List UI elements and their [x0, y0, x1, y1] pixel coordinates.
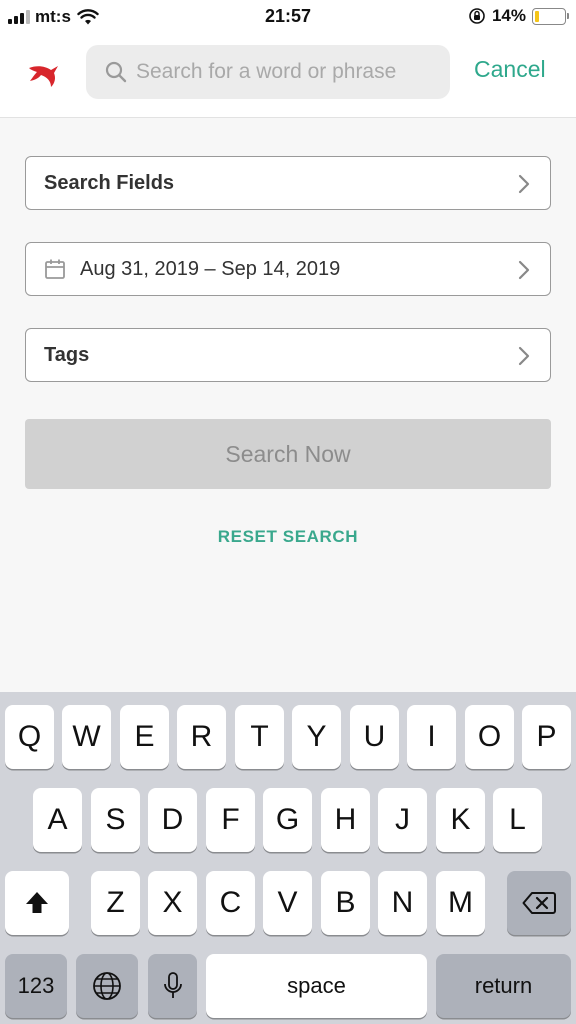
search-bar[interactable]	[86, 45, 450, 99]
search-input[interactable]	[136, 60, 436, 84]
search-now-button[interactable]: Search Now	[25, 419, 551, 489]
key-o[interactable]: O	[465, 705, 514, 769]
key-c[interactable]: C	[206, 871, 255, 935]
key-x[interactable]: X	[148, 871, 197, 935]
key-e[interactable]: E	[120, 705, 169, 769]
key-v[interactable]: V	[263, 871, 312, 935]
reset-search-link[interactable]: RESET SEARCH	[0, 527, 576, 547]
key-l[interactable]: L	[493, 788, 542, 852]
calendar-icon	[45, 259, 65, 279]
status-right: 14%	[468, 6, 569, 26]
tags-selector[interactable]: Tags	[25, 328, 551, 382]
numbers-key[interactable]: 123	[5, 954, 67, 1018]
search-fields-selector[interactable]: Search Fields	[25, 156, 551, 210]
key-u[interactable]: U	[350, 705, 399, 769]
return-key[interactable]: return	[436, 954, 571, 1018]
key-r[interactable]: R	[177, 705, 226, 769]
globe-key[interactable]	[76, 954, 138, 1018]
date-range-selector[interactable]: Aug 31, 2019 – Sep 14, 2019	[25, 242, 551, 296]
key-w[interactable]: W	[62, 705, 111, 769]
status-bar: mt:s 21:57 14%	[0, 0, 576, 34]
key-q[interactable]: Q	[5, 705, 54, 769]
microphone-icon	[163, 972, 182, 998]
key-i[interactable]: I	[407, 705, 456, 769]
tags-label: Tags	[44, 343, 90, 366]
key-z[interactable]: Z	[91, 871, 140, 935]
search-icon	[105, 61, 127, 83]
key-y[interactable]: Y	[292, 705, 341, 769]
dictation-key[interactable]	[148, 954, 197, 1018]
backspace-key[interactable]	[507, 871, 571, 935]
chevron-right-icon	[518, 174, 530, 194]
key-a[interactable]: A	[33, 788, 82, 852]
key-d[interactable]: D	[148, 788, 197, 852]
key-m[interactable]: M	[436, 871, 485, 935]
shift-key[interactable]	[5, 871, 69, 935]
key-b[interactable]: B	[321, 871, 370, 935]
key-t[interactable]: T	[235, 705, 284, 769]
key-f[interactable]: F	[206, 788, 255, 852]
chevron-right-icon	[518, 260, 530, 280]
key-g[interactable]: G	[263, 788, 312, 852]
on-screen-keyboard: Q W E R T Y U I O P A S D F G H J K L Z …	[0, 692, 576, 1024]
search-fields-label: Search Fields	[44, 171, 175, 194]
battery-icon	[532, 7, 569, 25]
bird-logo-icon	[29, 66, 58, 87]
date-range-value: Aug 31, 2019 – Sep 14, 2019	[80, 257, 341, 280]
globe-icon	[93, 972, 121, 1000]
key-p[interactable]: P	[522, 705, 571, 769]
cancel-button[interactable]: Cancel	[474, 56, 546, 83]
chevron-right-icon	[518, 346, 530, 366]
key-s[interactable]: S	[91, 788, 140, 852]
backspace-icon	[522, 892, 556, 914]
rotation-lock-icon	[469, 8, 485, 24]
battery-percentage: 14%	[491, 6, 526, 25]
key-h[interactable]: H	[321, 788, 370, 852]
shift-arrow-icon	[26, 892, 48, 913]
key-k[interactable]: K	[436, 788, 485, 852]
key-n[interactable]: N	[378, 871, 427, 935]
space-key[interactable]: space	[206, 954, 427, 1018]
key-j[interactable]: J	[378, 788, 427, 852]
search-header: Cancel	[0, 34, 576, 118]
battery-level	[535, 10, 539, 22]
